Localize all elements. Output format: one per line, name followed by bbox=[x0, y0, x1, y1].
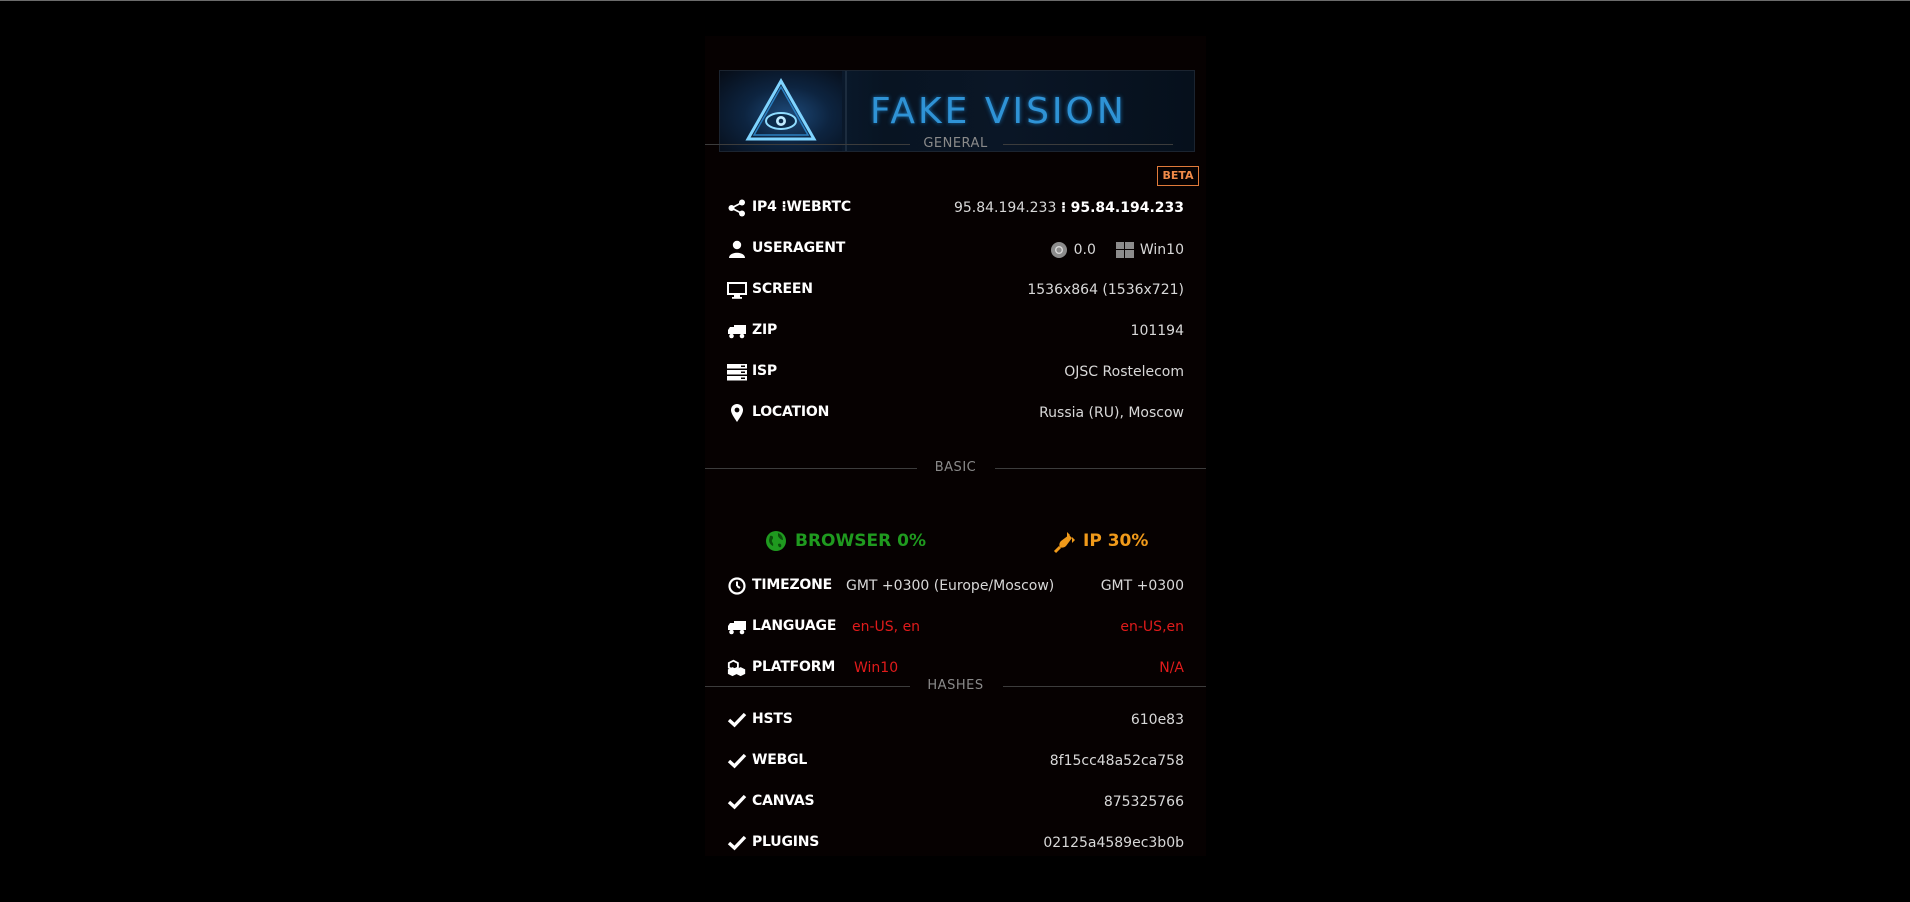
row-value: 0.0 Win10 bbox=[1050, 241, 1184, 259]
row-value: 02125a4589ec3b0b bbox=[1043, 835, 1184, 851]
row-screen: SCREEN 1536x864 (1536x721) bbox=[705, 278, 1206, 302]
ip-value: en-US,en bbox=[1120, 619, 1184, 635]
row-value: 875325766 bbox=[1103, 794, 1184, 810]
section-header-general: GENERAL bbox=[705, 134, 1206, 154]
row-canvas: CANVAS 875325766 bbox=[705, 790, 1206, 814]
row-value: 1536x864 (1536x721) bbox=[1027, 282, 1184, 298]
check-icon bbox=[727, 794, 747, 810]
row-value: 8f15cc48a52ca758 bbox=[1049, 753, 1184, 769]
header-rule-right bbox=[1003, 144, 1173, 145]
ip-score-label: IP 30% bbox=[1083, 531, 1149, 551]
row-label: USERAGENT bbox=[752, 240, 846, 256]
ip-score: IP 30% bbox=[1053, 529, 1183, 555]
browser-value: en-US, en bbox=[852, 619, 921, 635]
row-label: ISP bbox=[752, 363, 777, 379]
row-label: TIMEZONE bbox=[752, 577, 832, 593]
row-value: Russia (RU), Moscow bbox=[1039, 405, 1184, 421]
top-border bbox=[0, 0, 1910, 1]
windows-icon bbox=[1115, 242, 1134, 258]
row-label: ZIP bbox=[752, 322, 778, 338]
logo-text: FAKE VISION bbox=[870, 91, 1127, 132]
beta-badge: BETA bbox=[1157, 166, 1199, 186]
row-label: IP4 ⁝WEBRTC bbox=[752, 199, 851, 215]
row-value: OJSC Rostelecom bbox=[1064, 364, 1184, 380]
section-header-basic: BASIC bbox=[705, 458, 1206, 478]
chrome-icon bbox=[1050, 242, 1067, 258]
truck-icon bbox=[728, 325, 746, 339]
check-icon bbox=[727, 712, 747, 728]
browser-value: GMT +0300 (Europe/Moscow) bbox=[846, 578, 1055, 594]
row-isp: ISP OJSC Rostelecom bbox=[705, 360, 1206, 384]
header-rule-right bbox=[995, 468, 1206, 469]
row-value: 610e83 bbox=[1130, 712, 1184, 728]
row-language: LANGUAGE en-US, en en-US,en bbox=[705, 615, 1206, 639]
row-label: CANVAS bbox=[752, 793, 815, 809]
browser-value: Win10 bbox=[854, 660, 899, 676]
truck-icon bbox=[728, 621, 746, 635]
browser-score: BROWSER 0% bbox=[765, 529, 955, 555]
ip-value: GMT +0300 bbox=[1100, 578, 1184, 594]
server-icon bbox=[727, 364, 747, 381]
row-plugins: PLUGINS 02125a4589ec3b0b bbox=[705, 831, 1206, 855]
row-label: PLUGINS bbox=[752, 834, 820, 850]
section-header-hashes: HASHES bbox=[705, 676, 1206, 696]
browser-score-label: BROWSER 0% bbox=[795, 531, 926, 551]
row-ip4-webrtc: IP4 ⁝WEBRTC 95.84.194.233 ⁝ 95.84.194.23… bbox=[705, 196, 1206, 220]
row-label: LANGUAGE bbox=[752, 618, 837, 634]
check-icon bbox=[727, 753, 747, 769]
row-label: PLATFORM bbox=[752, 659, 836, 675]
cubes-icon bbox=[727, 659, 746, 677]
user-icon bbox=[729, 240, 745, 258]
header-rule-right bbox=[1003, 686, 1206, 687]
row-hsts: HSTS 610e83 bbox=[705, 708, 1206, 732]
row-location: LOCATION Russia (RU), Moscow bbox=[705, 401, 1206, 425]
row-label: SCREEN bbox=[752, 281, 813, 297]
ip-value: N/A bbox=[1159, 660, 1184, 676]
fingerprint-panel: FAKE VISION GENERAL BETA IP4 ⁝WEBRTC 95.… bbox=[705, 36, 1206, 856]
row-zip: ZIP 101194 bbox=[705, 319, 1206, 343]
monitor-icon bbox=[727, 282, 747, 299]
row-label: WEBGL bbox=[752, 752, 808, 768]
row-value: 101194 bbox=[1130, 323, 1184, 339]
share-icon bbox=[728, 199, 745, 217]
row-label: HSTS bbox=[752, 711, 793, 727]
check-icon bbox=[727, 835, 747, 851]
row-label: LOCATION bbox=[752, 404, 830, 420]
row-webgl: WEBGL 8f15cc48a52ca758 bbox=[705, 749, 1206, 773]
row-value: 95.84.194.233 ⁝ 95.84.194.233 bbox=[953, 200, 1184, 216]
webrtc-ip: 95.84.194.233 bbox=[1070, 200, 1184, 216]
globe-icon bbox=[766, 531, 786, 551]
row-useragent: USERAGENT 0.0 Win10 bbox=[705, 237, 1206, 261]
clock-icon bbox=[728, 577, 746, 595]
plug-icon bbox=[1053, 532, 1075, 554]
map-pin-icon bbox=[731, 404, 743, 422]
row-timezone: TIMEZONE GMT +0300 (Europe/Moscow) GMT +… bbox=[705, 574, 1206, 598]
